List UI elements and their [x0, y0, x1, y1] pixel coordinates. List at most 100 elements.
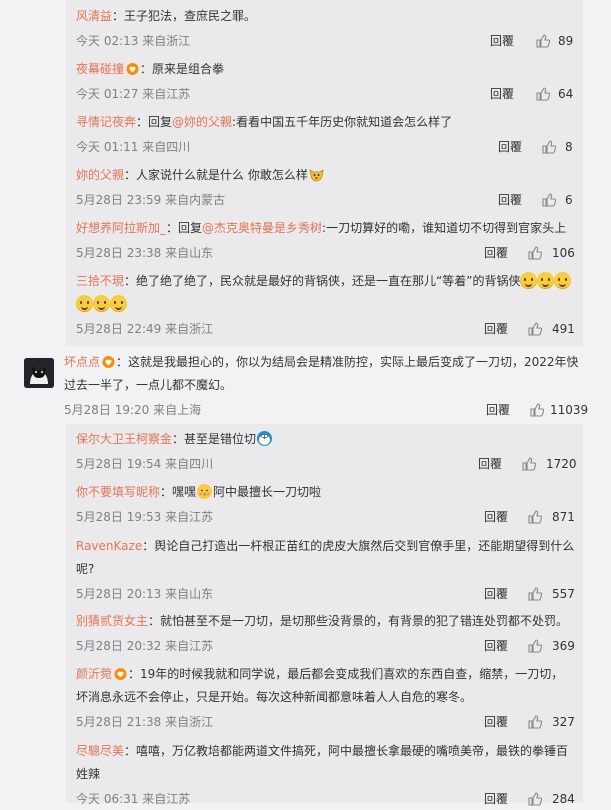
comment-timestamp: 今天 02:13 来自浙江: [76, 34, 191, 48]
like-count: 557: [552, 587, 575, 601]
smile-emoji-icon: [76, 295, 93, 312]
like-count: 64: [558, 87, 574, 101]
reply-button[interactable]: 回覆: [478, 453, 502, 475]
smile-emoji-icon: [554, 272, 572, 289]
reply-comment: 风清益：王子犯法，查庶民之罪。 今天 02:13 来自浙江 回覆 89: [76, 5, 576, 52]
comment-timestamp: 5月28日 19:53 来自江苏: [76, 510, 214, 524]
reply-comment: 保尔大卫王柯察金：甚至是错位切 5月28日 19:54 来自四川 回覆 1720: [76, 428, 577, 475]
reply-button[interactable]: 回覆: [498, 189, 522, 211]
like-icon[interactable]: [542, 140, 556, 154]
like-icon[interactable]: [528, 639, 542, 653]
comment-timestamp: 5月28日 19:54 来自四川: [76, 457, 214, 471]
reply-comment: 寻情记夜奔：回复@妳的父親:看看中国五千年历史你就知道会怎么样了 今天 01:1…: [76, 111, 576, 158]
comment-text: ：绝了绝了绝了，民众就是最好的背锅侠，还是一直在那儿“等着”的背锅侠: [124, 274, 521, 288]
like-icon[interactable]: [536, 87, 550, 101]
reply-button[interactable]: 回覆: [484, 583, 508, 605]
user-avatar[interactable]: [24, 358, 54, 388]
username-link[interactable]: 三拾不現: [76, 274, 124, 288]
like-icon[interactable]: [528, 246, 542, 260]
like-icon[interactable]: [536, 34, 550, 48]
comment-timestamp: 5月28日 20:32 来自江苏: [76, 639, 214, 653]
kiss-emoji-icon: [197, 484, 213, 499]
comment-timestamp: 5月28日 20:13 来自山东: [76, 587, 214, 601]
like-count: 6: [565, 193, 573, 207]
fan-badge-icon: [102, 356, 115, 368]
comment-text: ：舆论自己打造出一杆根正苗红的虎皮大旗然后交到官僚手里，还能期望得到什么: [142, 539, 575, 553]
username-link[interactable]: 好想养阿拉斯加_: [76, 221, 166, 235]
username-link[interactable]: 别猜贰货女主: [76, 614, 148, 628]
comment-timestamp: 5月28日 19:20 来自上海: [64, 403, 202, 417]
reply-comment: 三拾不現：绝了绝了绝了，民众就是最好的背锅侠，还是一直在那儿“等着”的背锅侠 5…: [76, 270, 576, 340]
reply-button[interactable]: 回覆: [484, 711, 508, 733]
comment-text: ：嘿嘿: [160, 485, 197, 499]
like-icon[interactable]: [528, 510, 542, 524]
comment-text: :看看中国五千年历史你就知道会怎么样了: [232, 115, 453, 129]
reply-button[interactable]: 回覆: [484, 506, 508, 528]
username-link[interactable]: 颜沂菀: [76, 667, 112, 681]
like-count: 8: [565, 140, 573, 154]
like-count: 284: [552, 792, 575, 806]
mention-link[interactable]: @杰克奥特曼是乡秀树: [202, 221, 322, 235]
reply-button[interactable]: 回覆: [486, 399, 510, 421]
like-count: 11039: [550, 403, 589, 417]
comment-timestamp: 5月28日 22:49 来自浙江: [76, 322, 214, 336]
comment-text: ：回复: [136, 115, 173, 129]
like-count: 491: [552, 322, 575, 336]
reply-button[interactable]: 回覆: [484, 318, 508, 340]
like-icon[interactable]: [528, 322, 542, 336]
reply-comment: 妳的父親：人家说什么就是什么 你敢怎么样 5月28日 23:59 来自内蒙古 回…: [76, 164, 576, 211]
like-icon[interactable]: [528, 587, 542, 601]
comment-timestamp: 今天 01:11 来自四川: [76, 140, 191, 154]
comment-text: ：人家说什么就是什么 你敢怎么样: [124, 168, 308, 182]
comment-text: ：嘻嘻，万亿教培都能两道文件搞死，阿中最擅长拿最硬的嘴喷美帝，最铁的拳锤百: [124, 744, 569, 758]
reply-comment: 尽驄尽美：嘻嘻，万亿教培都能两道文件搞死，阿中最擅长拿最硬的嘴喷美帝，最铁的拳锤…: [76, 740, 576, 810]
username-link[interactable]: 你不要填写昵称: [76, 485, 160, 499]
fan-badge-icon: [126, 63, 139, 75]
smile-emoji-icon: [537, 272, 555, 289]
like-count: 89: [558, 34, 574, 48]
comment-text: :一刀切算好的嘞，谁知道切不切得到官家头上: [322, 221, 567, 235]
comment-text: ：回复: [166, 221, 203, 235]
username-link[interactable]: 夜幕碰撞: [76, 62, 124, 76]
comment-text: 坏消息永远不会停止，只是开始。每次这种新闻都意味着人人自危的寒冬。: [76, 690, 473, 704]
reply-button[interactable]: 回覆: [490, 83, 514, 105]
cat-emoji-icon: [309, 169, 324, 182]
like-icon[interactable]: [542, 193, 556, 207]
reply-button[interactable]: 回覆: [498, 136, 522, 158]
reply-button[interactable]: 回覆: [484, 635, 508, 657]
like-icon[interactable]: [530, 403, 544, 417]
doraemon-emoji-icon: [257, 431, 273, 446]
comment-timestamp: 5月28日 23:59 来自内蒙古: [76, 193, 226, 207]
comment-text: ：王子犯法，查庶民之罪。: [112, 9, 257, 23]
like-count: 327: [552, 715, 575, 729]
fan-badge-icon: [114, 668, 127, 680]
reply-comment: 夜幕碰撞 ：原来是组合拳 今天 01:27 来自江苏 回覆 64: [76, 58, 576, 105]
like-count: 369: [552, 639, 575, 653]
reply-comment: RavenKaze：舆论自己打造出一杆根正苗红的虎皮大旗然后交到官僚手里，还能期…: [76, 535, 576, 605]
comment-text: 阿中最擅长一刀切啦: [213, 485, 322, 499]
comment-text: ：这就是我最担心的，你以为结局会是精准防控，实际上最后变成了一刀切，2022年快: [116, 355, 579, 369]
username-link[interactable]: 妳的父親: [76, 168, 124, 182]
reply-button[interactable]: 回覆: [484, 788, 508, 810]
comment-text: ：就怕甚至不是一刀切，是切那些没背景的，有背景的犯了错连处罚都不处罚。: [148, 614, 569, 628]
mention-link[interactable]: @妳的父親: [172, 115, 232, 129]
like-icon[interactable]: [522, 457, 536, 471]
comment-text: ：原来是组合拳: [140, 62, 225, 76]
reply-comment: 你不要填写昵称：嘿嘿 阿中最擅长一刀切啦 5月28日 19:53 来自江苏 回覆 …: [76, 481, 576, 528]
reply-button[interactable]: 回覆: [490, 30, 514, 52]
comment-text: 呢?: [76, 562, 95, 576]
username-link[interactable]: 坏点点: [64, 355, 100, 369]
like-icon[interactable]: [528, 792, 542, 806]
like-icon[interactable]: [528, 715, 542, 729]
comment-timestamp: 今天 06:31 来自江苏: [76, 792, 191, 806]
reply-comment: 别猜贰货女主：就怕甚至不是一刀切，是切那些没背景的，有背景的犯了错连处罚都不处罚…: [76, 610, 576, 657]
smile-emoji-icon: [110, 295, 127, 312]
cat-avatar-icon: [24, 358, 54, 388]
reply-button[interactable]: 回覆: [484, 242, 508, 264]
username-link[interactable]: 寻情记夜奔: [76, 115, 136, 129]
username-link[interactable]: RavenKaze: [76, 539, 142, 553]
username-link[interactable]: 风清益: [76, 9, 112, 23]
username-link[interactable]: 尽驄尽美: [76, 744, 124, 758]
username-link[interactable]: 保尔大卫王柯察金: [76, 432, 172, 446]
comment-text: ：19年的时候我就和同学说，最后都会变成我们喜欢的东西自查，缩禁，一刀切，: [128, 667, 564, 681]
